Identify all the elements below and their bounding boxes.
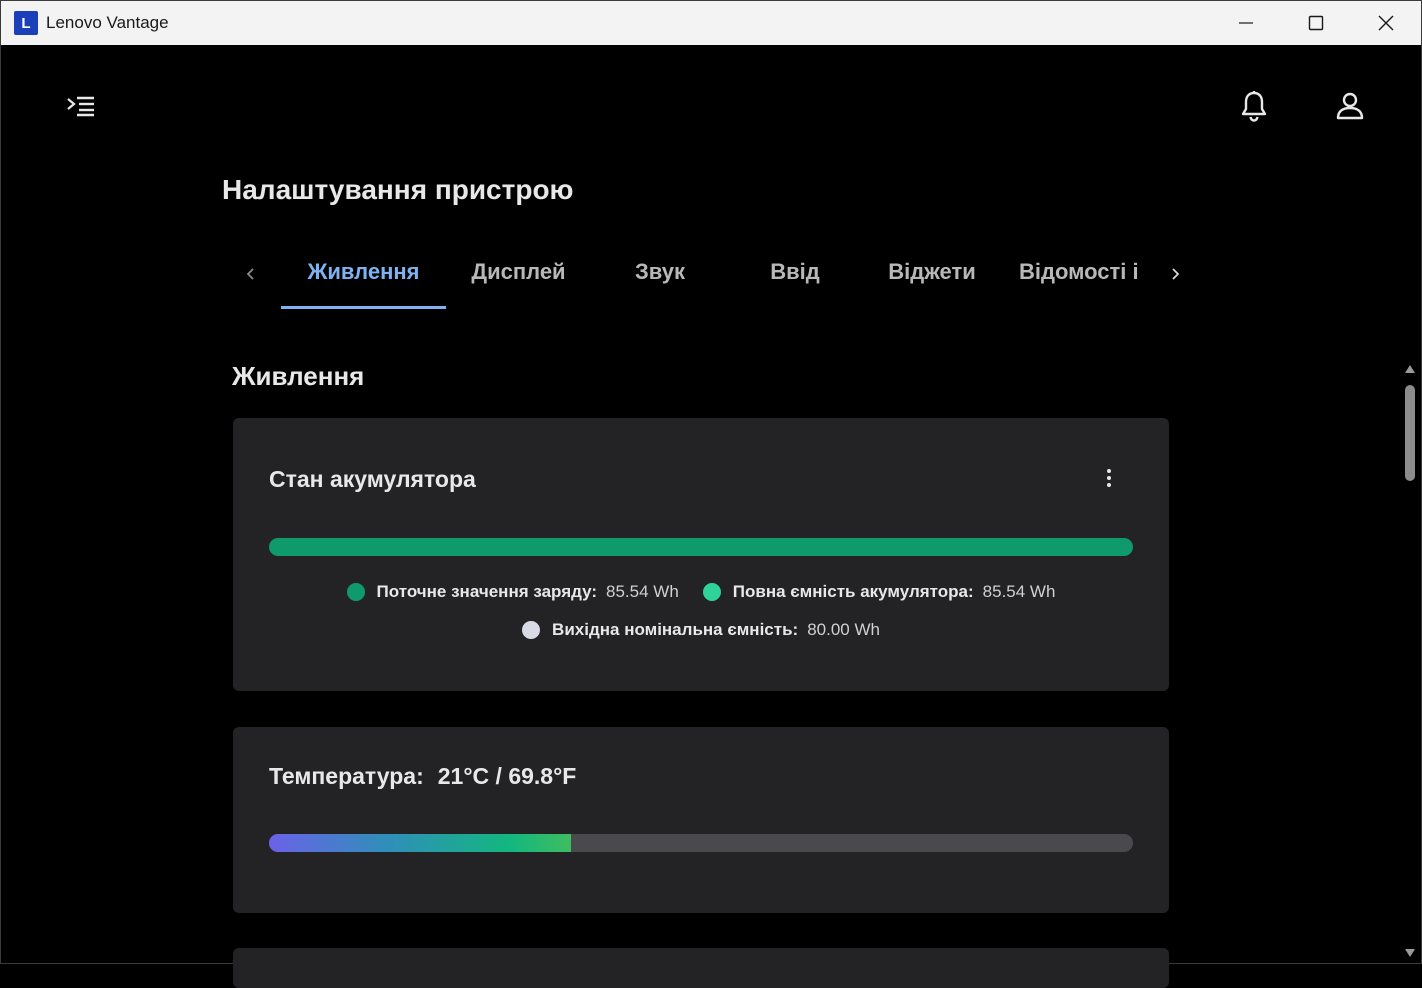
legend-current-charge: Поточне значення заряду: 85.54 Wh: [346, 582, 679, 602]
tab-power[interactable]: Живлення: [281, 259, 446, 309]
tab-display[interactable]: Дисплей: [456, 259, 581, 309]
tab-widgets[interactable]: Віджети: [871, 259, 993, 309]
minimize-icon: [1239, 22, 1253, 24]
next-card: [233, 948, 1169, 988]
vertical-scrollbar[interactable]: [1399, 359, 1421, 963]
page-title: Налаштування пристрою: [222, 174, 574, 205]
battery-status-card: Стан акумулятора Поточне значення заряду…: [233, 418, 1169, 691]
tab-sound[interactable]: Звук: [601, 259, 719, 309]
legend-value: 85.54 Wh: [982, 582, 1056, 601]
battery-more-options-button[interactable]: [1097, 464, 1121, 492]
title-bar[interactable]: L Lenovo Vantage: [1, 1, 1421, 45]
legend-dot-current-charge: [346, 583, 365, 601]
legend-dot-full-capacity: [702, 583, 721, 601]
legend-label: Повна ємність акумулятора:: [732, 582, 974, 601]
legend-dot-design-capacity: [522, 621, 541, 639]
battery-card-title: Стан акумулятора: [269, 466, 476, 492]
menu-toggle-button[interactable]: [63, 89, 99, 123]
tabs-scroll-left-button[interactable]: [239, 261, 263, 287]
chevron-left-icon: [246, 268, 254, 280]
temperature-fill: [269, 834, 572, 852]
legend-full-capacity: Повна ємність акумулятора: 85.54 Wh: [702, 582, 1056, 602]
account-button[interactable]: [1332, 88, 1368, 124]
close-button[interactable]: [1351, 1, 1421, 45]
menu-collapse-icon: [67, 96, 94, 117]
minimize-button[interactable]: [1211, 1, 1281, 45]
app-logo-icon: L: [14, 11, 38, 35]
maximize-button[interactable]: [1281, 1, 1351, 45]
notifications-button[interactable]: [1236, 88, 1272, 124]
chevron-right-icon: [1172, 268, 1180, 280]
temperature-card: Температура: 21°C / 69.8°F: [233, 727, 1169, 913]
window-title: Lenovo Vantage: [46, 13, 169, 32]
tab-info[interactable]: Відомості і: [1019, 259, 1147, 309]
scroll-thumb[interactable]: [1405, 385, 1415, 481]
triangle-down-icon: [1405, 949, 1415, 957]
more-vertical-icon: [1107, 469, 1111, 487]
bell-icon: [1241, 91, 1267, 122]
tabs-scroll-right-button[interactable]: [1163, 261, 1187, 287]
battery-level-bar: [269, 538, 1133, 556]
temperature-title: Температура: 21°C / 69.8°F: [269, 763, 576, 790]
app-logo-letter: L: [21, 14, 31, 32]
person-icon: [1336, 92, 1364, 120]
scroll-up-button[interactable]: [1403, 363, 1417, 375]
tab-input[interactable]: Ввід: [736, 259, 854, 309]
app-window: L Lenovo Vantage Налаштування пристрою Ж…: [0, 0, 1422, 988]
temperature-bar: [269, 834, 1133, 852]
section-title: Живлення: [232, 361, 365, 391]
battery-legend-row: Поточне значення заряду: 85.54 Wh Повна …: [233, 582, 1169, 602]
temperature-label: Температура:: [269, 763, 424, 789]
temperature-value: 21°C / 69.8°F: [437, 763, 577, 789]
legend-value: 85.54 Wh: [606, 582, 679, 601]
close-icon: [1378, 15, 1394, 31]
battery-level-fill: [269, 538, 1133, 556]
battery-legend-row: Вихідна номінальна ємність: 80.00 Wh: [233, 620, 1169, 640]
triangle-up-icon: [1405, 365, 1415, 373]
legend-design-capacity: Вихідна номінальна ємність: 80.00 Wh: [522, 620, 880, 640]
legend-label: Вихідна номінальна ємність:: [552, 620, 799, 639]
scroll-down-button[interactable]: [1403, 947, 1417, 959]
legend-label: Поточне значення заряду:: [376, 582, 598, 601]
legend-value: 80.00 Wh: [807, 620, 880, 639]
maximize-icon: [1308, 15, 1324, 31]
